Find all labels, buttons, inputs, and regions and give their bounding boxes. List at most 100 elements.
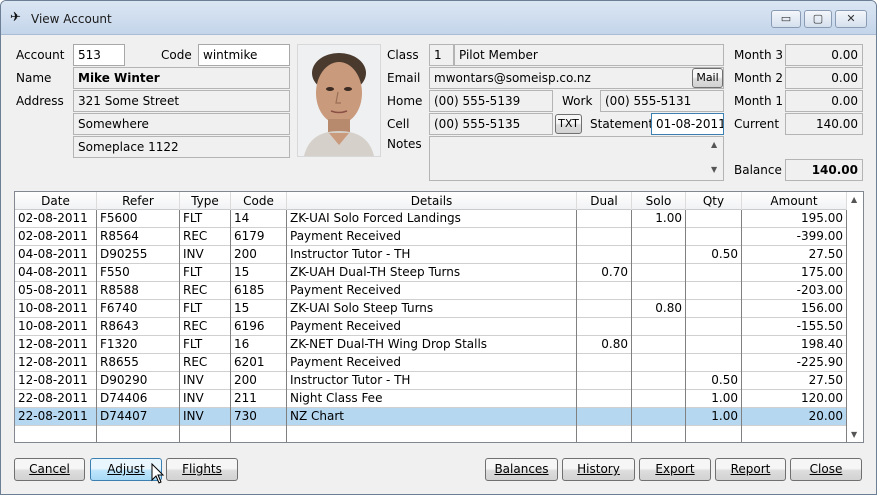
cell-code: 15 (231, 300, 287, 318)
column-header-amount[interactable]: Amount (742, 192, 847, 210)
name-field[interactable]: Mike Winter (73, 67, 290, 89)
cell-date: 05-08-2011 (15, 282, 97, 300)
month3-field[interactable]: 0.00 (785, 44, 863, 66)
work-label: Work (562, 94, 593, 108)
cell-date: 22-08-2011 (15, 408, 97, 426)
current-field[interactable]: 140.00 (785, 113, 863, 135)
table-row[interactable]: 10-08-2011 R8643 REC 6196 Payment Received -1… (15, 318, 847, 336)
cell-qty (686, 336, 742, 354)
account-field[interactable]: 513 (73, 44, 125, 66)
table-scrollbar[interactable]: ▲ ▼ (847, 192, 863, 442)
cell-qty: 0.50 (686, 246, 742, 264)
cancel-button-label: Cancel (29, 462, 70, 476)
cell-dual (577, 372, 632, 390)
email-field[interactable]: mwontars@someisp.co.nz (429, 67, 724, 89)
column-header-qty[interactable]: Qty (686, 192, 742, 210)
code-label: Code (161, 48, 192, 62)
address-line-2[interactable]: Somewhere (73, 113, 290, 135)
cell-code: 200 (231, 372, 287, 390)
transactions-table[interactable]: Date Refer Type Code Details Dual Solo Qty Amoun… (14, 191, 864, 443)
column-header-type[interactable]: Type (180, 192, 231, 210)
cell-code: 730 (231, 408, 287, 426)
address-line-1[interactable]: 321 Some Street (73, 90, 290, 112)
cell-refer: F6740 (97, 300, 180, 318)
table-row[interactable]: 12-08-2011 F1320 FLT 16 ZK-NET Dual-TH Wing … (15, 336, 847, 354)
history-button[interactable]: History (562, 458, 635, 481)
report-button[interactable]: Report (715, 458, 786, 481)
maximize-button[interactable]: ▢ (804, 10, 832, 28)
table-row[interactable]: 12-08-2011 R8655 REC 6201 Payment Received -2… (15, 354, 847, 372)
cell-amount: 175.00 (742, 264, 847, 282)
cell-amount: 27.50 (742, 372, 847, 390)
cell-type: REC (180, 318, 231, 336)
scroll-down-icon[interactable]: ▼ (851, 430, 857, 439)
cell-type: REC (180, 354, 231, 372)
close-button[interactable]: Close (790, 458, 862, 481)
cell-solo (632, 282, 686, 300)
cell-phone-field[interactable]: (00) 555-5135 (429, 113, 553, 135)
cell-refer (97, 426, 180, 442)
month1-field[interactable]: 0.00 (785, 90, 863, 112)
table-row[interactable]: 12-08-2011 D90290 INV 200 Instructor Tutor -… (15, 372, 847, 390)
scroll-up-icon[interactable]: ▲ (851, 195, 857, 204)
code-field[interactable]: wintmike (198, 44, 290, 66)
txt-button[interactable]: TXT (555, 114, 582, 134)
notes-field[interactable] (429, 136, 724, 181)
statement-date-field[interactable]: 01-08-2011 (651, 113, 724, 135)
balances-button-label: Balances (494, 462, 549, 476)
table-row[interactable]: 02-08-2011 F5600 FLT 14 ZK-UAI Solo Forced L… (15, 210, 847, 228)
class-number-field[interactable]: 1 (429, 44, 454, 66)
notes-scroll-down-icon[interactable]: ▼ (711, 165, 717, 174)
column-header-dual[interactable]: Dual (577, 192, 632, 210)
export-button[interactable]: Export (639, 458, 711, 481)
cell-code: 14 (231, 210, 287, 228)
cell-qty (686, 264, 742, 282)
current-label: Current (734, 117, 780, 131)
cell-solo (632, 426, 686, 442)
address-line-3[interactable]: Someplace 1122 (73, 136, 290, 158)
table-row[interactable]: 04-08-2011 F550 FLT 15 ZK-UAH Dual-TH Steep … (15, 264, 847, 282)
column-header-details[interactable]: Details (287, 192, 577, 210)
close-window-button[interactable]: ✕ (835, 10, 867, 28)
flights-button[interactable]: Flights (166, 458, 238, 481)
title-bar[interactable]: ✈ View Account ▭ ▢ ✕ (1, 1, 876, 35)
cell-amount: 120.00 (742, 390, 847, 408)
table-row-selected[interactable]: 22-08-2011 D74407 INV 730 NZ Chart 1.00 20.00 (15, 408, 847, 426)
cell-qty (686, 210, 742, 228)
column-header-refer[interactable]: Refer (97, 192, 180, 210)
cell-dual (577, 426, 632, 442)
minimize-button[interactable]: ▭ (771, 10, 801, 28)
adjust-button-label: Adjust (107, 462, 145, 476)
notes-scroll-up-icon[interactable]: ▲ (711, 140, 717, 149)
column-header-solo[interactable]: Solo (632, 192, 686, 210)
balance-field[interactable]: 140.00 (785, 159, 863, 181)
account-label: Account (16, 48, 65, 62)
report-button-label: Report (730, 462, 771, 476)
cancel-button[interactable]: Cancel (14, 458, 85, 481)
cell-dual: 0.70 (577, 264, 632, 282)
cell-details: Night Class Fee (287, 390, 577, 408)
cell-date: 12-08-2011 (15, 354, 97, 372)
cell-refer: D90290 (97, 372, 180, 390)
balances-button[interactable]: Balances (485, 458, 558, 481)
table-row[interactable]: 05-08-2011 R8588 REC 6185 Payment Received -2… (15, 282, 847, 300)
table-row[interactable]: 10-08-2011 F6740 FLT 15 ZK-UAI Solo Steep Tu… (15, 300, 847, 318)
cell-amount: 27.50 (742, 246, 847, 264)
table-row[interactable]: 22-08-2011 D74406 INV 211 Night Class Fee 1.0… (15, 390, 847, 408)
mail-button[interactable]: Mail (692, 68, 723, 88)
column-header-date[interactable]: Date (15, 192, 97, 210)
table-row[interactable]: 04-08-2011 D90255 INV 200 Instructor Tutor -… (15, 246, 847, 264)
cell-details: Payment Received (287, 228, 577, 246)
table-row[interactable] (15, 426, 847, 442)
cell-refer: F1320 (97, 336, 180, 354)
cell-type: FLT (180, 336, 231, 354)
month2-field[interactable]: 0.00 (785, 67, 863, 89)
cell-dual (577, 282, 632, 300)
class-name-field[interactable]: Pilot Member (454, 44, 724, 66)
home-phone-field[interactable]: (00) 555-5139 (429, 90, 553, 112)
work-phone-field[interactable]: (00) 555-5131 (600, 90, 724, 112)
column-header-code[interactable]: Code (231, 192, 287, 210)
table-row[interactable]: 02-08-2011 R8564 REC 6179 Payment Received -3… (15, 228, 847, 246)
cell-solo (632, 354, 686, 372)
cell-date (15, 426, 97, 442)
